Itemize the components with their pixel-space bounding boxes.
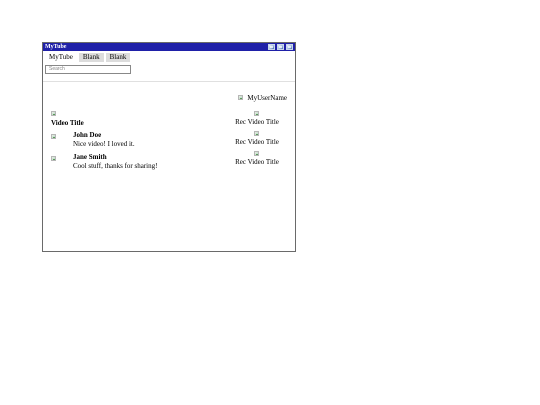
- rec-thumbnail-icon[interactable]: [254, 131, 260, 137]
- window-title: MyTube: [45, 44, 67, 50]
- comment-text: Nice video! I loved it.: [73, 140, 135, 148]
- close-icon[interactable]: [286, 44, 293, 50]
- rec-video-item[interactable]: Rec Video Title: [229, 130, 285, 147]
- rec-thumbnail-icon[interactable]: [254, 111, 260, 117]
- user-info[interactable]: MyUserName: [238, 94, 287, 102]
- comment-text: Cool stuff, thanks for sharing!: [73, 162, 158, 170]
- commenter-avatar-icon: [51, 156, 57, 162]
- header-divider: [43, 81, 295, 82]
- tab-blank-2[interactable]: Blank: [105, 53, 131, 62]
- comments-list: John Doe Nice video! I loved it. Jane Sm…: [51, 131, 157, 175]
- rec-video-title[interactable]: Rec Video Title: [229, 138, 285, 147]
- rec-video-title[interactable]: Rec Video Title: [229, 158, 285, 167]
- commenter-avatar-icon: [51, 134, 57, 140]
- mytube-window: MyTube MyTube Blank Blank Search MyUserN…: [42, 42, 296, 252]
- username: MyUserName: [247, 94, 287, 102]
- comment-item: Jane Smith Cool stuff, thanks for sharin…: [51, 153, 157, 171]
- video-thumbnail-icon[interactable]: [51, 111, 57, 117]
- comment-author: Jane Smith: [73, 153, 107, 161]
- minimize-icon[interactable]: [268, 44, 275, 50]
- title-bar[interactable]: MyTube: [43, 43, 295, 51]
- video-player: Video Title: [51, 110, 84, 127]
- rec-video-item[interactable]: Rec Video Title: [229, 110, 285, 127]
- rec-thumbnail-icon[interactable]: [254, 151, 260, 157]
- rec-video-item[interactable]: Rec Video Title: [229, 150, 285, 167]
- maximize-icon[interactable]: [277, 44, 284, 50]
- tab-bar: MyTube Blank Blank: [45, 53, 131, 62]
- user-avatar-icon: [238, 95, 244, 101]
- search-input[interactable]: Search: [45, 65, 131, 74]
- tab-mytube[interactable]: MyTube: [45, 53, 77, 62]
- video-title: Video Title: [51, 119, 84, 127]
- recommendations-list: Rec Video Title Rec Video Title Rec Vide…: [229, 110, 285, 170]
- comment-item: John Doe Nice video! I loved it.: [51, 131, 157, 149]
- title-bar-buttons: [268, 43, 293, 51]
- comment-author: John Doe: [73, 131, 102, 139]
- tab-blank-1[interactable]: Blank: [78, 53, 104, 62]
- rec-video-title[interactable]: Rec Video Title: [229, 118, 285, 127]
